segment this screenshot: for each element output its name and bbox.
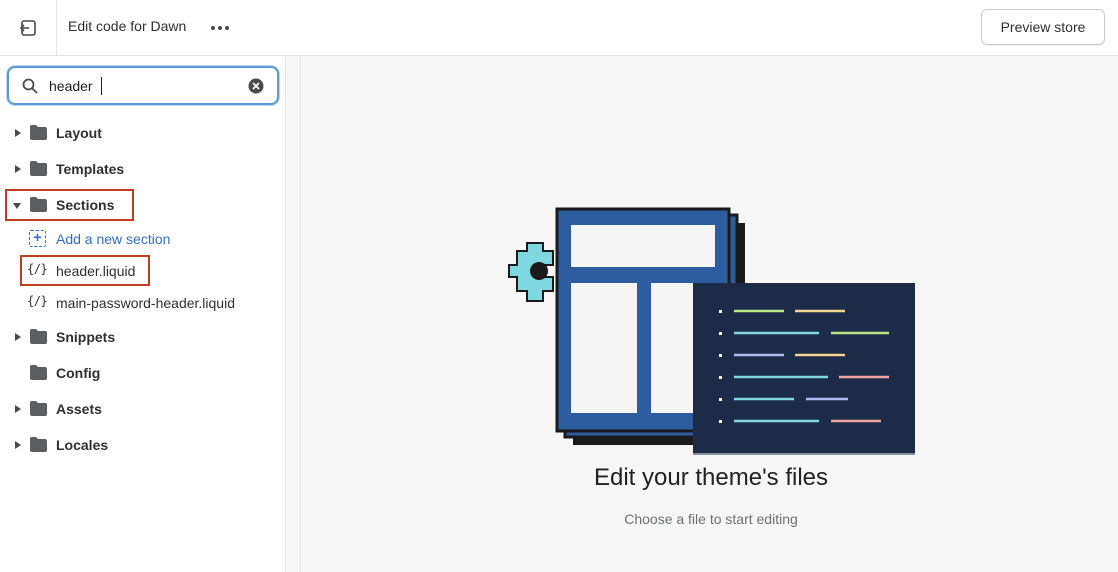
- folder-icon: [30, 401, 47, 416]
- folder-label: Assets: [56, 401, 102, 417]
- folder-config[interactable]: Config: [0, 358, 286, 388]
- more-actions-button[interactable]: [205, 14, 235, 42]
- add-icon: +: [29, 230, 46, 247]
- folder-layout[interactable]: Layout: [0, 118, 286, 148]
- theme-files-illustration: [508, 207, 915, 455]
- chevron-right-icon: [15, 441, 21, 449]
- exit-icon: [19, 19, 36, 36]
- text-caret: [101, 77, 102, 95]
- file-main-password-header-liquid[interactable]: {/} main-password-header.liquid: [0, 288, 286, 318]
- folder-label: Templates: [56, 161, 125, 177]
- folder-locales[interactable]: Locales: [0, 430, 286, 460]
- folder-icon: [30, 125, 47, 140]
- more-horizontal-icon: [211, 26, 215, 30]
- folder-label: Snippets: [56, 329, 116, 345]
- search-input[interactable]: [49, 75, 239, 97]
- folder-label: Locales: [56, 437, 109, 453]
- highlight-box: [20, 255, 150, 286]
- folder-templates[interactable]: Templates: [0, 154, 286, 184]
- top-bar: Edit code for Dawn Preview store: [0, 0, 1118, 56]
- add-section-label: Add a new section: [56, 231, 171, 247]
- code-file-icon: {/}: [27, 294, 48, 308]
- folder-icon: [30, 437, 47, 452]
- search-box[interactable]: [7, 66, 279, 105]
- folder-assets[interactable]: Assets: [0, 394, 286, 424]
- divider: [300, 56, 301, 572]
- chevron-right-icon: [15, 405, 21, 413]
- folder-label: Config: [56, 365, 101, 381]
- clear-circle-icon[interactable]: [247, 77, 265, 95]
- search-icon: [22, 78, 38, 94]
- file-sidebar: Layout Templates Sections + Add a new se…: [0, 56, 286, 572]
- preview-store-button[interactable]: Preview store: [981, 9, 1105, 45]
- chevron-right-icon: [15, 333, 21, 341]
- folder-icon: [30, 161, 47, 176]
- empty-state-title: Edit your theme's files: [593, 464, 828, 491]
- folder-label: Layout: [56, 125, 102, 141]
- add-section-link[interactable]: + Add a new section: [0, 224, 286, 254]
- empty-state-subtitle: Choose a file to start editing: [624, 511, 798, 527]
- folder-snippets[interactable]: Snippets: [0, 322, 286, 352]
- folder-icon: [30, 329, 47, 344]
- highlight-box: [5, 189, 134, 221]
- exit-button[interactable]: [0, 0, 57, 55]
- file-label: main-password-header.liquid: [56, 295, 235, 311]
- page-title: Edit code for Dawn: [68, 18, 187, 34]
- chevron-right-icon: [15, 165, 21, 173]
- gear-icon: [508, 242, 554, 302]
- chevron-right-icon: [15, 129, 21, 137]
- folder-icon: [30, 365, 47, 380]
